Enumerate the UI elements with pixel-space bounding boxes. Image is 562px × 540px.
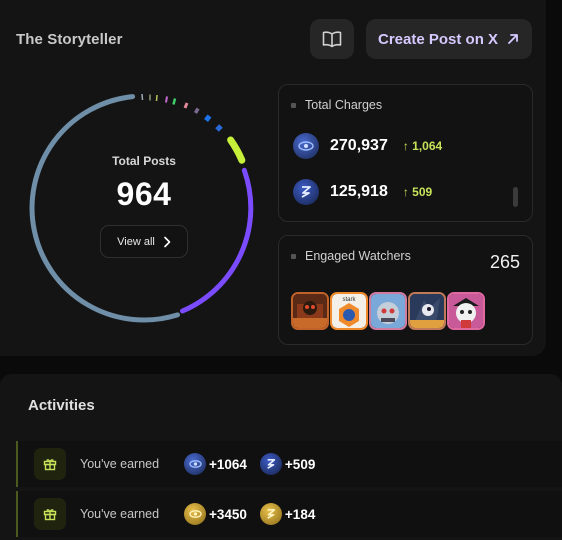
watcher-avatars: stark — [291, 292, 485, 330]
engaged-watchers-title: Engaged Watchers — [305, 249, 411, 263]
activity-label: You've earned — [80, 507, 160, 521]
view-all-button[interactable]: View all — [100, 225, 188, 258]
reward-lightning: +509 — [259, 453, 316, 475]
engaged-watchers-count: 265 — [489, 252, 520, 272]
total-posts-label: Total Posts — [112, 154, 176, 168]
bullet-icon — [291, 102, 296, 108]
reward-value: +3450 — [209, 506, 247, 522]
total-charges-card: Total Charges 270,937 ↑ 1,064 125,918 ↑ … — [278, 84, 533, 222]
posts-ring: Total Posts 964 View all — [24, 88, 264, 328]
book-button[interactable] — [310, 19, 354, 59]
page-title: The Storyteller — [16, 31, 123, 48]
reward-value: +1064 — [209, 456, 247, 472]
total-charges-title: Total Charges — [305, 98, 383, 112]
avatar-label: stark — [342, 297, 356, 303]
total-posts-value: 964 — [116, 176, 172, 212]
scrollbar-thumb[interactable] — [513, 187, 518, 207]
avatar[interactable] — [408, 292, 446, 330]
activity-label: You've earned — [80, 457, 160, 471]
charge-value: 125,918 — [330, 183, 388, 200]
charge-delta: ↑ 1,064 — [402, 139, 443, 153]
reward-eye: +1064 — [184, 453, 247, 475]
reward-gold-eye: +3450 — [184, 503, 247, 525]
eye-coin-icon — [184, 453, 206, 475]
charge-row: 270,937 ↑ 1,064 — [293, 133, 442, 159]
activity-row[interactable]: You've earned +3450 +184 — [16, 491, 562, 537]
total-charges-header: Total Charges — [291, 98, 382, 112]
activities-title: Activities — [28, 397, 95, 414]
view-all-label: View all — [117, 235, 155, 248]
gift-icon — [34, 448, 66, 480]
lightning-coin-icon — [259, 453, 282, 475]
reward-value: +509 — [284, 456, 316, 472]
engaged-watchers-header: Engaged Watchers — [291, 249, 411, 263]
chevron-right-icon — [164, 236, 171, 247]
engaged-watchers-card: Engaged Watchers 265 stark — [278, 235, 533, 345]
create-post-label: Create Post on X — [378, 30, 499, 48]
avatar[interactable] — [369, 292, 407, 330]
gold-lightning-coin-icon — [259, 503, 282, 525]
arrow-up-right-icon — [508, 34, 518, 44]
charge-row: 125,918 ↑ 509 — [293, 179, 432, 205]
bullet-icon — [291, 253, 296, 259]
avatar[interactable]: stark — [330, 292, 368, 330]
activity-row[interactable]: You've earned +1064 +509 — [16, 441, 562, 487]
charge-delta: ↑ 509 — [402, 185, 433, 199]
create-post-button[interactable]: Create Post on X — [366, 19, 532, 59]
profile-panel: The Storyteller Create Post on X Total P… — [0, 0, 546, 356]
eye-coin-icon — [293, 133, 319, 159]
gift-icon — [34, 498, 66, 530]
book-open-icon — [322, 31, 342, 48]
reward-value: +184 — [284, 506, 316, 522]
activities-panel: Activities You've earned +1064 +509 You'… — [0, 374, 562, 540]
lightning-coin-icon — [293, 179, 319, 205]
gold-eye-coin-icon — [184, 503, 206, 525]
posts-summary: Total Posts 964 View all — [24, 88, 264, 328]
avatar[interactable] — [291, 292, 329, 330]
avatar[interactable] — [447, 292, 485, 330]
charge-value: 270,937 — [330, 137, 388, 154]
reward-gold-lightning: +184 — [259, 503, 316, 525]
